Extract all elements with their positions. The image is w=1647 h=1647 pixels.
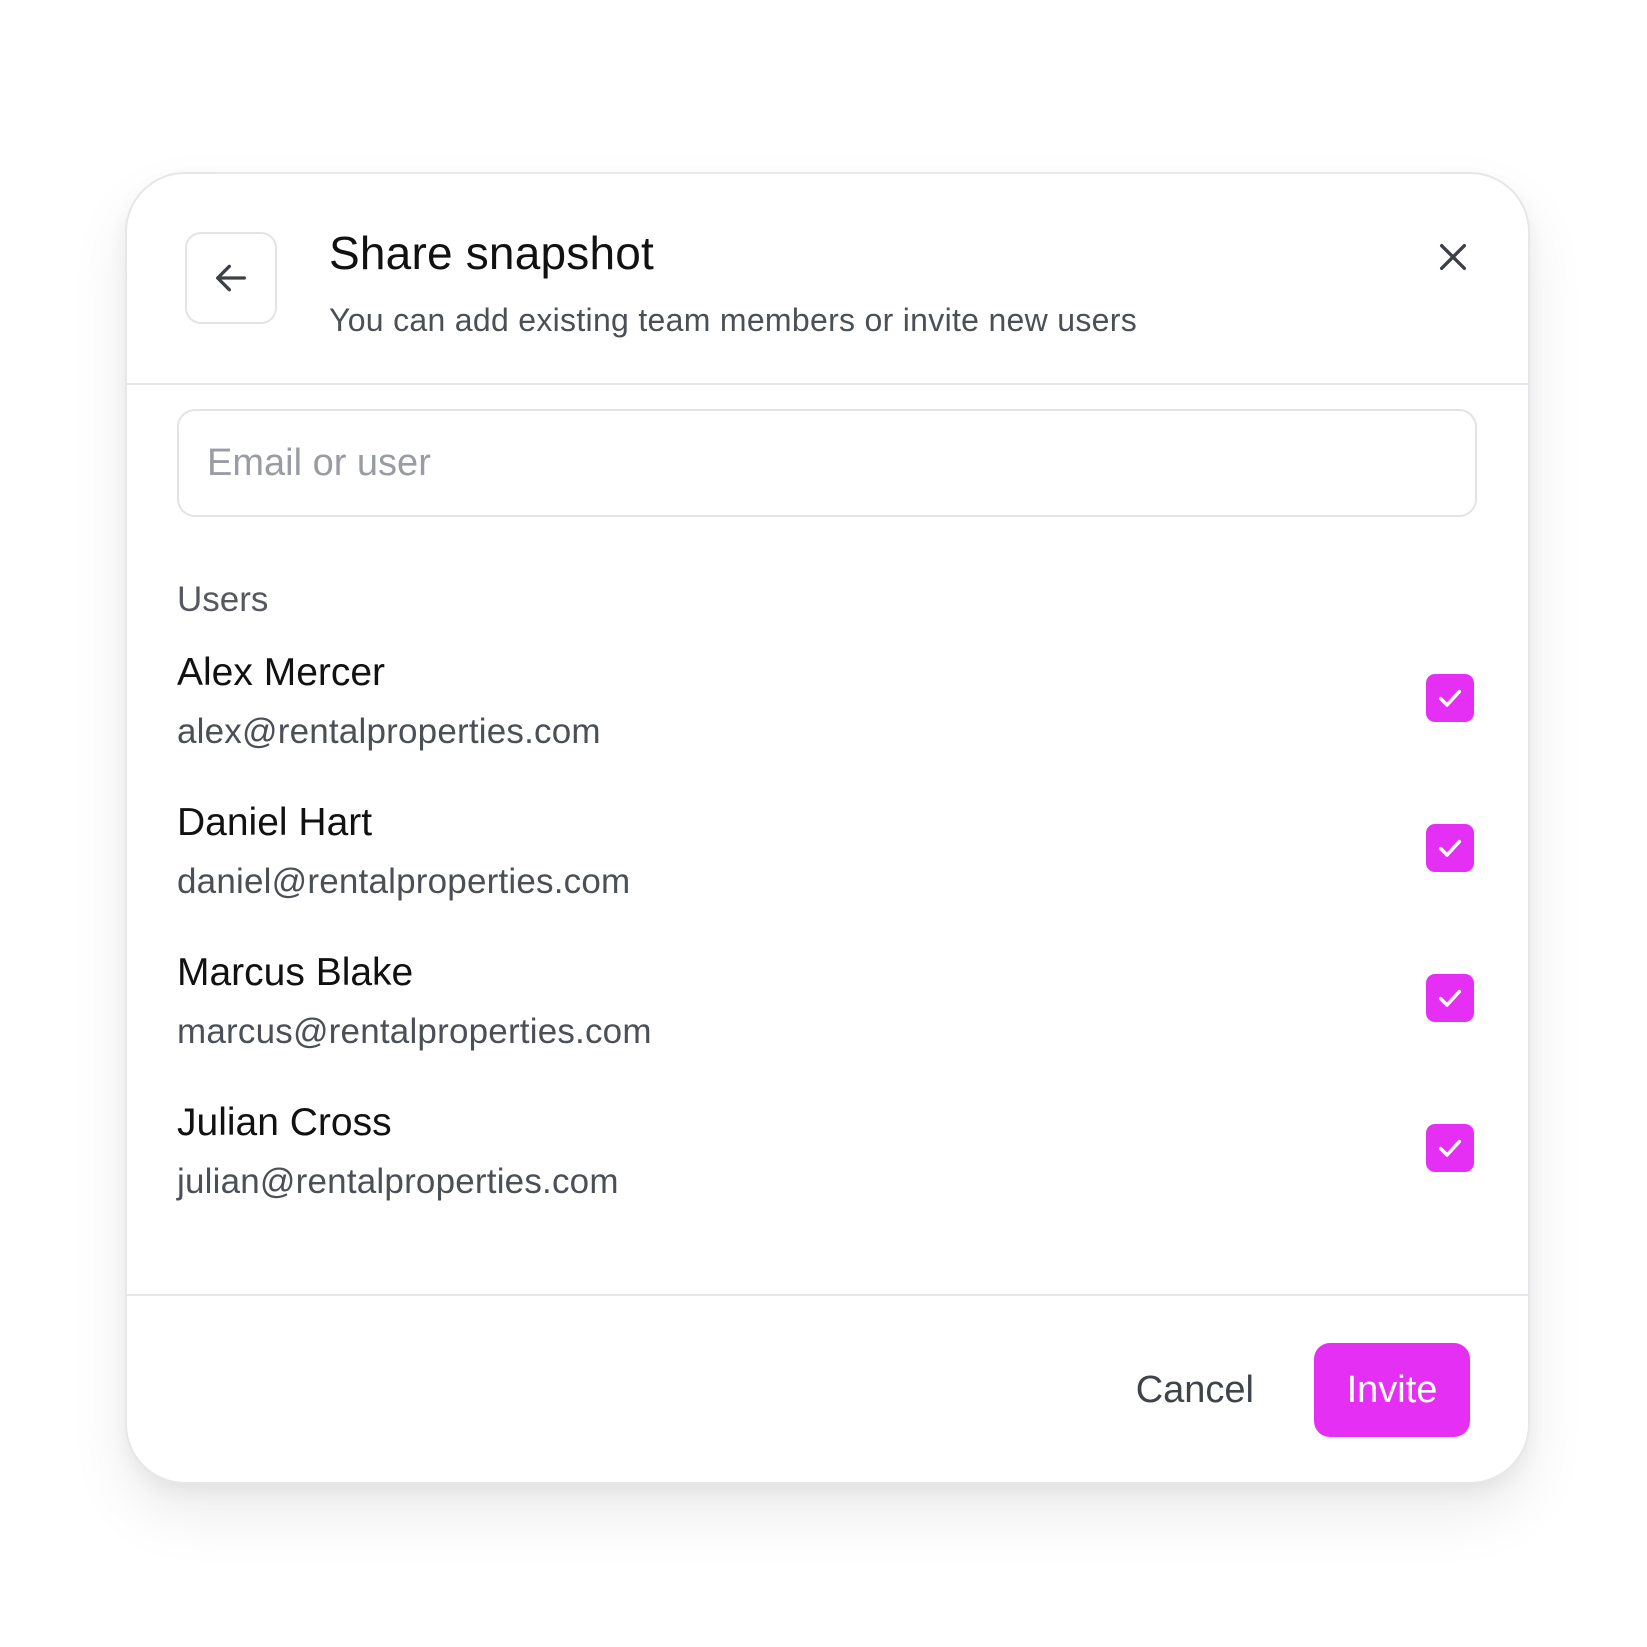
close-icon <box>1439 243 1467 271</box>
user-checkbox[interactable] <box>1426 974 1474 1022</box>
user-row[interactable]: Marcus Blake marcus@rentalproperties.com <box>177 950 1477 1100</box>
user-email: alex@rentalproperties.com <box>177 712 601 751</box>
user-list: Alex Mercer alex@rentalproperties.com Da… <box>177 650 1477 1250</box>
user-name: Marcus Blake <box>177 951 414 994</box>
checkmark-icon <box>1438 689 1462 707</box>
checkmark-icon <box>1438 989 1462 1007</box>
share-snapshot-dialog: Share snapshot You can add existing team… <box>125 172 1530 1484</box>
user-email: marcus@rentalproperties.com <box>177 1012 652 1051</box>
invite-button[interactable]: Invite <box>1314 1343 1470 1437</box>
user-checkbox[interactable] <box>1426 824 1474 872</box>
arrow-left-icon <box>216 264 246 292</box>
cancel-button[interactable]: Cancel <box>1130 1343 1260 1437</box>
user-row[interactable]: Julian Cross julian@rentalproperties.com <box>177 1100 1477 1250</box>
dialog-title: Share snapshot <box>329 227 655 279</box>
users-section-label: Users <box>177 580 269 619</box>
checkmark-icon <box>1438 1139 1462 1157</box>
page: Share snapshot You can add existing team… <box>0 0 1647 1647</box>
user-email: julian@rentalproperties.com <box>177 1162 619 1201</box>
user-row[interactable]: Daniel Hart daniel@rentalproperties.com <box>177 800 1477 950</box>
dialog-footer: Cancel Invite <box>127 1294 1528 1482</box>
dialog-header: Share snapshot You can add existing team… <box>127 174 1528 385</box>
email-or-user-input[interactable] <box>177 409 1477 517</box>
user-email: daniel@rentalproperties.com <box>177 862 631 901</box>
user-row[interactable]: Alex Mercer alex@rentalproperties.com <box>177 650 1477 800</box>
checkmark-icon <box>1438 839 1462 857</box>
close-button[interactable] <box>1428 232 1478 282</box>
user-name: Alex Mercer <box>177 651 386 694</box>
user-checkbox[interactable] <box>1426 1124 1474 1172</box>
user-name: Julian Cross <box>177 1101 392 1144</box>
user-name: Daniel Hart <box>177 801 373 844</box>
dialog-subtitle: You can add existing team members or inv… <box>329 302 1138 338</box>
user-checkbox[interactable] <box>1426 674 1474 722</box>
back-button[interactable] <box>185 232 277 324</box>
